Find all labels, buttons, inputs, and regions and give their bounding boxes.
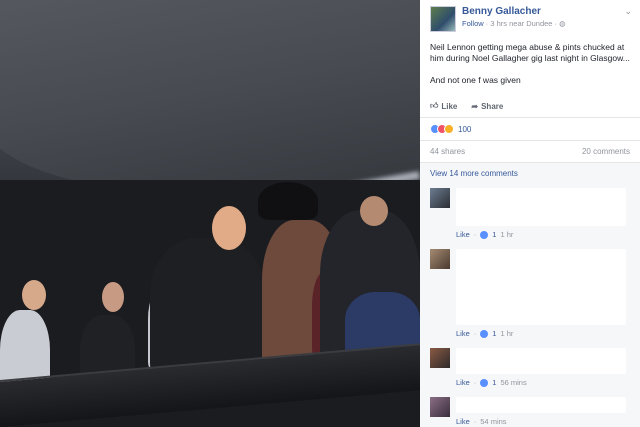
comment-body: Like · 1 1 hr — [456, 249, 630, 344]
share-arrow-icon: ➦ — [471, 101, 479, 111]
post-text-1: Neil Lennon getting mega abuse & pints c… — [430, 42, 630, 63]
post-text-2: And not one f was given — [430, 75, 521, 85]
reactions-summary[interactable]: 100 — [420, 118, 640, 140]
comment-time: 54 mins — [480, 417, 507, 426]
globe-icon: ◍ — [559, 19, 566, 28]
comment-like-link[interactable]: Like — [456, 378, 470, 387]
post-time-location: · 3 hrs near Dundee · — [483, 19, 560, 28]
like-count-icon — [480, 230, 489, 239]
comment: Like · 1 56 mins — [420, 344, 640, 393]
comment-text-redacted — [456, 397, 626, 413]
view-more-comments-link[interactable]: View 14 more comments — [420, 163, 640, 184]
comment-body: Like · 1 56 mins — [456, 348, 630, 393]
share-button[interactable]: ➦ Share — [471, 101, 503, 111]
thumbs-up-icon: 👍︎ — [430, 101, 439, 110]
share-label: Share — [481, 101, 504, 111]
engagement-counts: 44 shares 20 comments — [420, 140, 640, 163]
comment-likes: 1 — [492, 329, 497, 338]
comment-meta: Like · 1 1 hr — [456, 325, 630, 344]
comment-meta: Like · 1 56 mins — [456, 374, 630, 393]
author-info: Benny Gallacher Follow · 3 hrs near Dund… — [462, 6, 632, 32]
commenter-avatar[interactable] — [430, 397, 450, 417]
comment-text-redacted — [456, 249, 626, 325]
comment-body: Like · 1 1 hr — [456, 188, 630, 245]
comment-like-link[interactable]: Like — [456, 230, 470, 239]
comment-meta: Like · 1 1 hr — [456, 226, 630, 245]
person-hat-hat — [258, 182, 318, 220]
person-right-head — [360, 196, 388, 226]
options-chevron-icon[interactable]: ⌄ — [624, 6, 632, 17]
post-header: Benny Gallacher Follow · 3 hrs near Dund… — [420, 0, 640, 36]
comment-sep: · — [473, 329, 477, 338]
comment-likes: 1 — [492, 378, 497, 387]
post-body: Neil Lennon getting mega abuse & pints c… — [420, 36, 640, 86]
commenter-avatar[interactable] — [430, 348, 450, 368]
facebook-post-panel: Benny Gallacher Follow · 3 hrs near Dund… — [420, 0, 640, 427]
post-actions: 👍︎ Like ➦ Share — [420, 97, 640, 118]
comment: Like · 54 mins — [420, 393, 640, 427]
post-meta: Follow · 3 hrs near Dundee · ◍ — [462, 19, 632, 28]
comment-body: Like · 54 mins — [456, 397, 630, 427]
author-avatar[interactable] — [430, 6, 456, 32]
comment-like-link[interactable]: Like — [456, 329, 470, 338]
concert-photo — [0, 0, 420, 427]
comment-sep: · — [473, 378, 477, 387]
comments-list: Like · 1 1 hr Like · 1 1 hr Like · 1 56 mins — [420, 184, 640, 427]
comment-text-redacted — [456, 348, 626, 374]
like-button[interactable]: 👍︎ Like — [430, 101, 457, 111]
comment: Like · 1 1 hr — [420, 184, 640, 245]
comment-time: 56 mins — [500, 378, 527, 387]
commenter-avatar[interactable] — [430, 249, 450, 269]
comment-sep: · — [473, 417, 477, 426]
comment-text-redacted — [456, 188, 626, 226]
reactions-count: 100 — [458, 124, 472, 134]
person-center — [150, 238, 265, 378]
post-card: Benny Gallacher Follow · 3 hrs near Dund… — [420, 0, 640, 163]
comment-likes: 1 — [492, 230, 497, 239]
like-count-icon — [480, 378, 489, 387]
follow-link[interactable]: Follow — [462, 19, 484, 28]
person-left-head — [22, 280, 46, 310]
comment: Like · 1 1 hr — [420, 245, 640, 344]
comment-time: 1 hr — [500, 230, 514, 239]
author-name[interactable]: Benny Gallacher — [462, 6, 632, 17]
haha-reaction-icon — [444, 124, 454, 134]
comments-count[interactable]: 20 comments — [582, 147, 630, 156]
person-second-head — [102, 282, 124, 312]
comment-meta: Like · 54 mins — [456, 413, 630, 427]
shares-count[interactable]: 44 shares — [430, 147, 465, 156]
person-center-head — [212, 206, 246, 250]
like-label: Like — [441, 101, 458, 111]
comment-like-link[interactable]: Like — [456, 417, 470, 426]
like-count-icon — [480, 329, 489, 338]
comment-sep: · — [473, 230, 477, 239]
comment-time: 1 hr — [500, 329, 514, 338]
ceiling — [0, 0, 420, 190]
screenshot: Benny Gallacher Follow · 3 hrs near Dund… — [0, 0, 640, 427]
commenter-avatar[interactable] — [430, 188, 450, 208]
